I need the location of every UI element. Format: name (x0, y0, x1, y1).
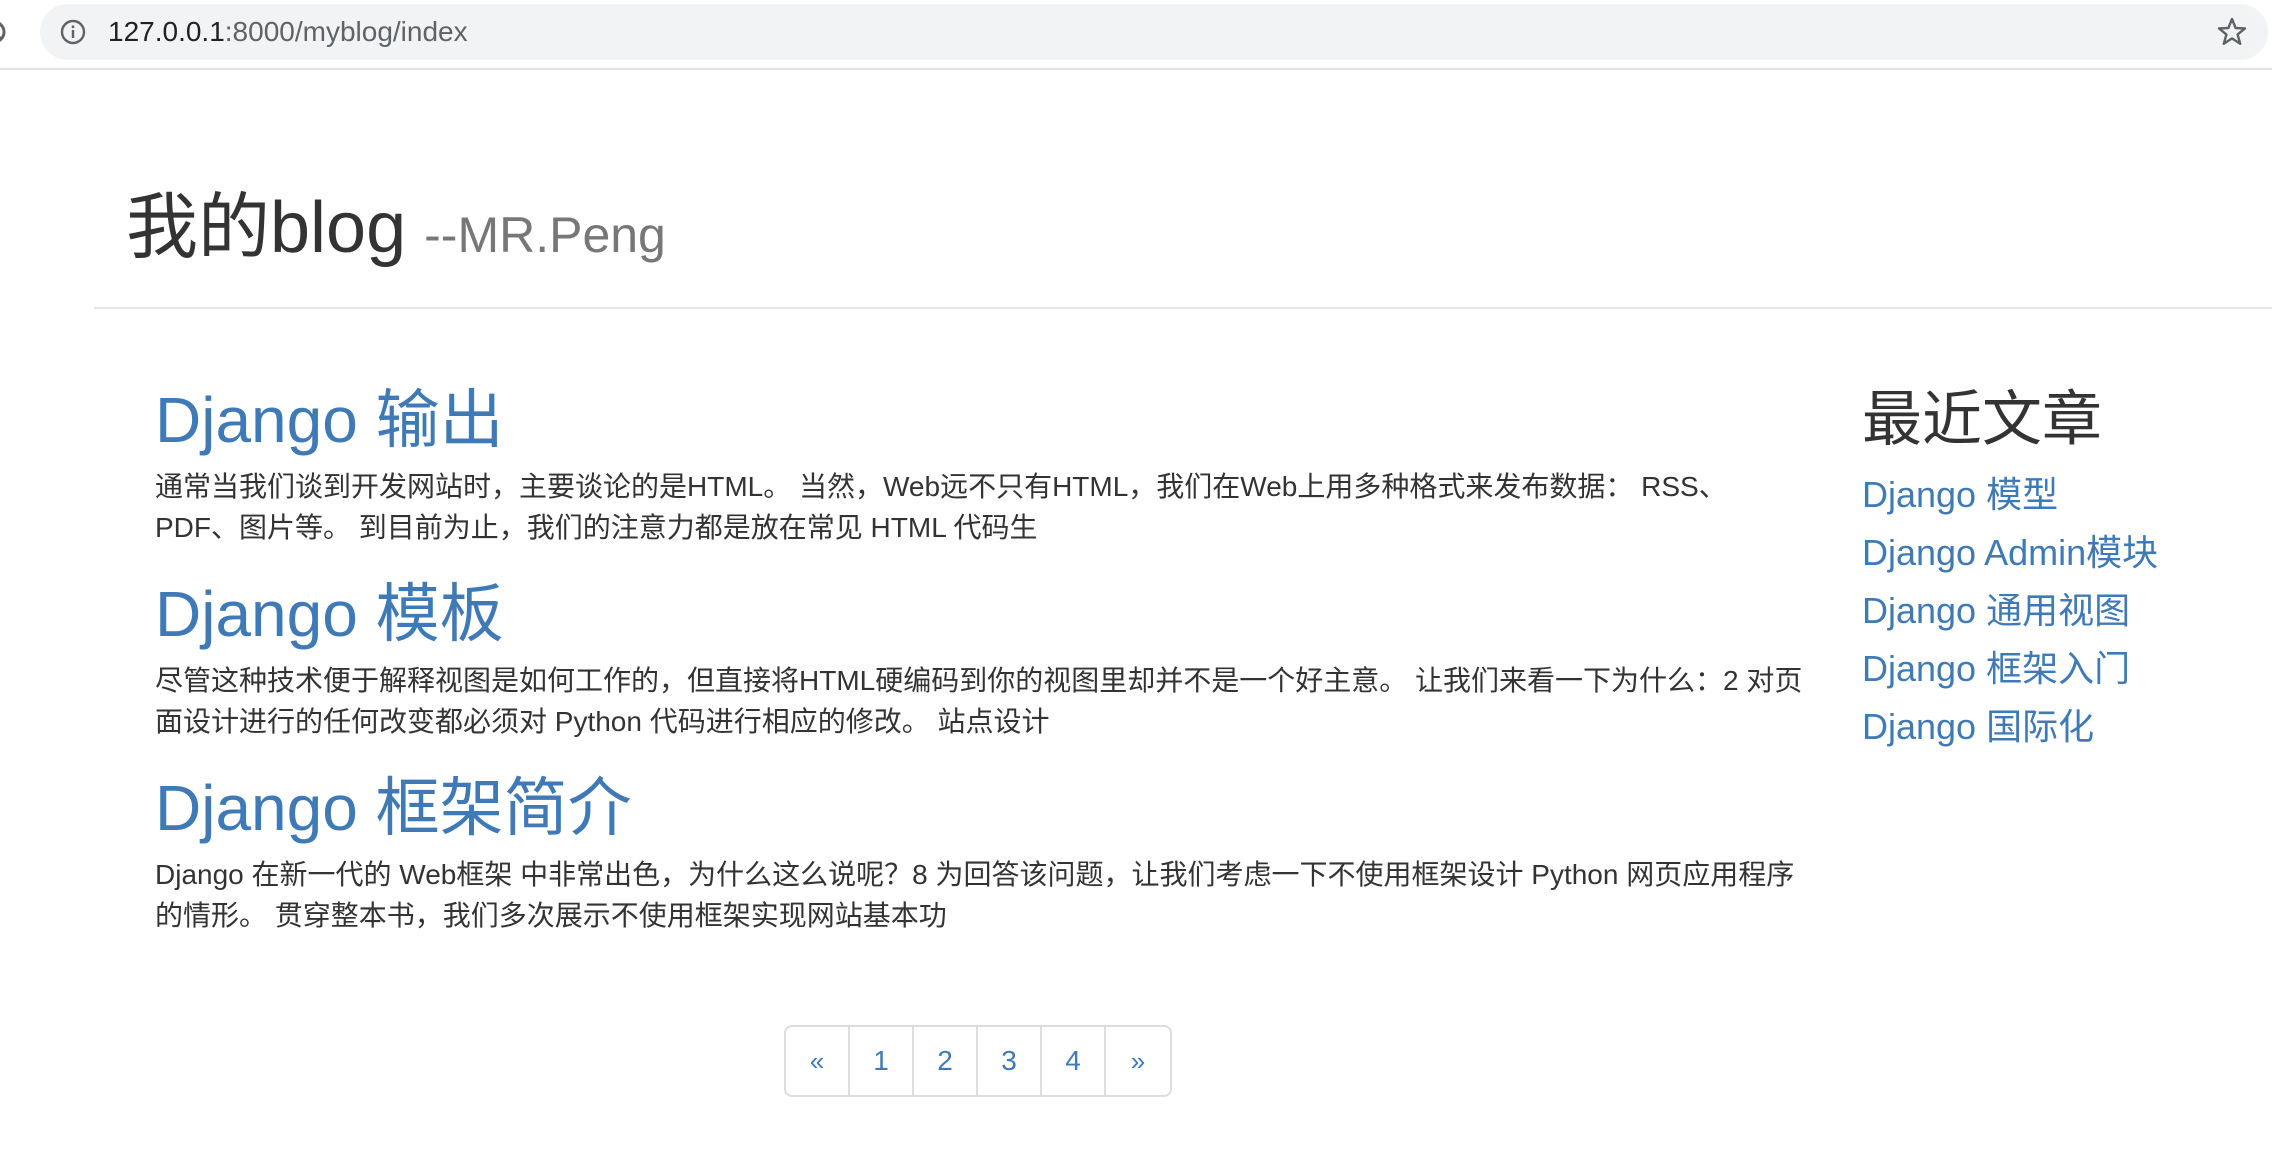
recent-post-link[interactable]: Django 模型 (1862, 466, 2262, 524)
site-subtitle: --MR.Peng (424, 207, 666, 263)
url-text[interactable]: 127.0.0.1:8000/myblog/index (108, 17, 468, 47)
post-item: Django 模板 尽管这种技术便于解释视图是如何工作的，但直接将HTML硬编码… (155, 574, 1805, 742)
recent-post-link[interactable]: Django Admin模块 (1862, 524, 2262, 582)
post-title-link[interactable]: Django 模板 (155, 574, 1805, 654)
pagination-next-button[interactable]: » (1106, 1027, 1170, 1095)
pagination: « 1 2 3 4 » (784, 1025, 1172, 1097)
pagination-page-2[interactable]: 2 (914, 1027, 978, 1095)
url-host: 127.0.0.1 (108, 16, 225, 47)
recent-post-link[interactable]: Django 框架入门 (1862, 640, 2262, 698)
sidebar-heading: 最近文章 (1862, 386, 2102, 453)
post-excerpt: 尽管这种技术便于解释视图是如何工作的，但直接将HTML硬编码到你的视图里却并不是… (155, 665, 1803, 737)
info-icon[interactable] (60, 19, 86, 45)
post-excerpt: 通常当我们谈到开发网站时，主要谈论的是HTML。 当然，Web远不只有HTML，… (155, 471, 1727, 543)
recent-post-link[interactable]: Django 通用视图 (1862, 582, 2262, 640)
browser-toolbar: 127.0.0.1:8000/myblog/index (0, 0, 2272, 70)
post-title-link[interactable]: Django 框架简介 (155, 768, 1805, 848)
post-item: Django 框架简介 Django 在新一代的 Web框架 中非常出色，为什么… (155, 768, 1805, 936)
site-title-text: 我的blog (126, 188, 407, 268)
recent-posts-sidebar: 最近文章 Django 模型 Django Admin模块 Django 通用视… (1862, 380, 2262, 756)
pagination-page-1[interactable]: 1 (850, 1027, 914, 1095)
address-bar[interactable]: 127.0.0.1:8000/myblog/index (40, 4, 2268, 60)
site-title: 我的blog --MR.Peng (126, 188, 666, 275)
post-list: Django 输出 通常当我们谈到开发网站时，主要谈论的是HTML。 当然，We… (155, 380, 1805, 962)
reload-icon[interactable] (0, 14, 10, 50)
pagination-page-4[interactable]: 4 (1042, 1027, 1106, 1095)
recent-post-link[interactable]: Django 国际化 (1862, 698, 2262, 756)
post-title-link[interactable]: Django 输出 (155, 380, 1805, 460)
post-excerpt: Django 在新一代的 Web框架 中非常出色，为什么这么说呢？8 为回答该问… (155, 859, 1795, 931)
pagination-page-3[interactable]: 3 (978, 1027, 1042, 1095)
post-item: Django 输出 通常当我们谈到开发网站时，主要谈论的是HTML。 当然，We… (155, 380, 1805, 548)
bookmark-star-icon[interactable] (2216, 16, 2248, 48)
pagination-prev-button[interactable]: « (786, 1027, 850, 1095)
url-path: :8000/myblog/index (224, 16, 468, 47)
